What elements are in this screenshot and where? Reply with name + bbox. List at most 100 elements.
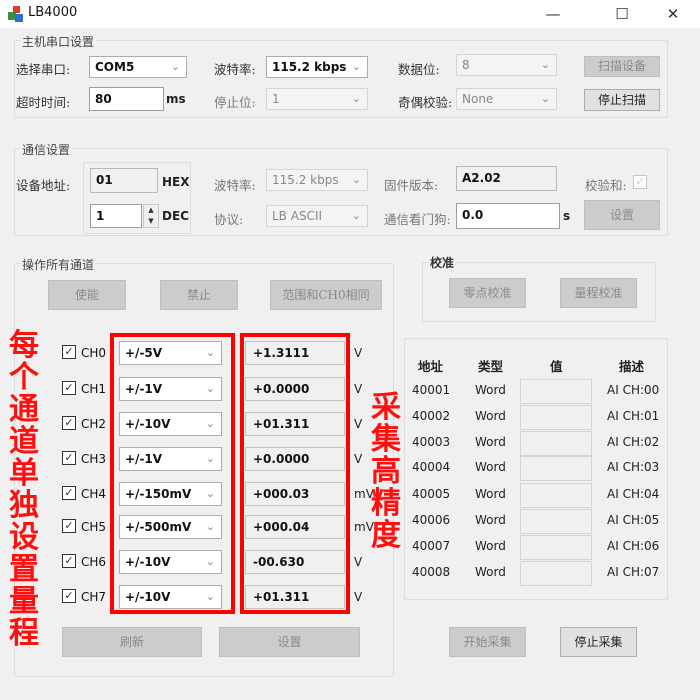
watchdog-input[interactable]: 0.0	[456, 203, 560, 229]
maximize-button[interactable]: ☐	[599, 0, 645, 28]
channel-enable-checkbox[interactable]: ✓	[62, 381, 76, 395]
annotation-char: 单	[9, 456, 39, 491]
channel-enable-checkbox[interactable]: ✓	[62, 345, 76, 359]
channel-label: CH4	[81, 487, 107, 501]
same-range-as-ch0-button[interactable]: 范围和CH0相同	[270, 280, 382, 310]
address-hex-field: 01	[90, 168, 158, 193]
databits-label: 数据位:	[398, 62, 440, 77]
parity-label: 奇偶校验:	[398, 95, 453, 110]
spin-down-icon[interactable]: ▼	[144, 216, 158, 227]
timeout-label: 超时时间:	[16, 95, 71, 110]
channel-enable-checkbox[interactable]: ✓	[62, 451, 76, 465]
stopbits-select-value: 1	[272, 92, 280, 106]
protocol-select[interactable]: LB ASCII ⌄	[266, 205, 368, 227]
annotation-char: 采	[371, 390, 401, 425]
register-address: 40007	[412, 539, 451, 553]
stop-acquisition-button[interactable]: 停止采集	[560, 627, 637, 657]
calibration-group-label: 校准	[428, 254, 457, 271]
register-value	[520, 535, 592, 560]
watchdog-label: 通信看门狗:	[384, 212, 451, 227]
channel-label: CH0	[81, 346, 107, 360]
chevron-down-icon: ⌄	[351, 209, 361, 222]
register-address: 40002	[412, 409, 451, 423]
register-type: Word	[475, 460, 506, 474]
window-title: LB4000	[28, 5, 78, 20]
baud-select[interactable]: 115.2 kbps ⌄	[266, 56, 368, 78]
firmware-field: A2.02	[456, 166, 557, 191]
timeout-input[interactable]: 80	[89, 87, 164, 111]
comm-settings-group-label: 通信设置	[20, 141, 73, 158]
firmware-label: 固件版本:	[384, 178, 439, 193]
baud-select-value: 115.2 kbps	[272, 60, 347, 74]
register-type: Word	[475, 487, 506, 501]
annotation-right: 采集高精度	[368, 392, 404, 552]
annotation-char: 通	[9, 392, 39, 427]
annotation-char: 每	[9, 328, 39, 363]
close-button[interactable]: ✕	[650, 0, 696, 28]
databits-select-value: 8	[462, 58, 470, 72]
register-address: 40003	[412, 435, 451, 449]
channel-enable-checkbox[interactable]: ✓	[62, 519, 76, 533]
checksum-checkbox[interactable]: ✓	[633, 175, 647, 189]
spin-up-icon[interactable]: ▲	[144, 205, 158, 216]
timeout-unit: ms	[166, 92, 186, 106]
annotation-char: 置	[9, 552, 39, 587]
port-select[interactable]: COM5 ⌄	[89, 56, 187, 78]
header-description: 描述	[619, 359, 645, 374]
register-value	[520, 405, 592, 430]
chevron-down-icon: ⌄	[351, 173, 361, 186]
hex-unit: HEX	[162, 175, 190, 189]
register-type: Word	[475, 565, 506, 579]
register-description: AI CH:07	[607, 565, 660, 579]
address-dec-input[interactable]: 1	[90, 204, 142, 228]
disable-all-button[interactable]: 禁止	[160, 280, 238, 310]
checksum-label: 校验和:	[585, 178, 627, 193]
span-calibration-button[interactable]: 量程校准	[560, 278, 637, 308]
start-acquisition-button[interactable]: 开始采集	[449, 627, 526, 657]
host-serial-group-label: 主机串口设置	[20, 33, 97, 50]
register-type: Word	[475, 383, 506, 397]
comm-baud-select-value: 115.2 kbps	[272, 173, 339, 187]
channel-enable-checkbox[interactable]: ✓	[62, 589, 76, 603]
channel-enable-checkbox[interactable]: ✓	[62, 486, 76, 500]
channel-label: CH7	[81, 590, 107, 604]
all-channels-group-label: 操作所有通道	[20, 256, 97, 273]
annotation-char: 个	[9, 360, 39, 395]
chevron-down-icon: ⌄	[351, 92, 361, 105]
stop-scan-button[interactable]: 停止扫描	[584, 89, 660, 111]
databits-select[interactable]: 8 ⌄	[456, 54, 557, 76]
register-address: 40005	[412, 487, 451, 501]
channel-unit: V	[354, 417, 363, 431]
address-spinner[interactable]: ▲ ▼	[143, 204, 159, 228]
channel-enable-checkbox[interactable]: ✓	[62, 554, 76, 568]
register-type: Word	[475, 409, 506, 423]
register-description: AI CH:03	[607, 460, 660, 474]
enable-all-button[interactable]: 使能	[48, 280, 126, 310]
parity-select-value: None	[462, 92, 494, 106]
channels-set-button[interactable]: 设置	[219, 627, 360, 657]
protocol-select-value: LB ASCII	[272, 209, 323, 223]
comm-baud-select[interactable]: 115.2 kbps ⌄	[266, 169, 368, 191]
channel-enable-checkbox[interactable]: ✓	[62, 416, 76, 430]
channel-unit: V	[354, 452, 363, 466]
channel-unit: V	[354, 346, 363, 360]
register-description: AI CH:02	[607, 435, 660, 449]
parity-select[interactable]: None ⌄	[456, 88, 557, 110]
register-description: AI CH:04	[607, 487, 660, 501]
comm-set-button[interactable]: 设置	[584, 200, 660, 230]
zero-calibration-button[interactable]: 零点校准	[449, 278, 526, 308]
register-address: 40006	[412, 513, 451, 527]
header-address: 地址	[418, 359, 444, 374]
channel-unit: V	[354, 555, 363, 569]
stopbits-label: 停止位:	[214, 95, 256, 110]
annotation-char: 高	[371, 454, 401, 489]
range-highlight-frame	[110, 333, 235, 614]
annotation-char: 程	[9, 616, 39, 651]
stopbits-select[interactable]: 1 ⌄	[266, 88, 368, 110]
minimize-button[interactable]: —	[530, 0, 576, 28]
refresh-button[interactable]: 刷新	[62, 627, 202, 657]
scan-device-button[interactable]: 扫描设备	[584, 56, 660, 77]
register-value	[520, 456, 592, 481]
annotation-char: 量	[9, 584, 39, 619]
register-description: AI CH:06	[607, 539, 660, 553]
